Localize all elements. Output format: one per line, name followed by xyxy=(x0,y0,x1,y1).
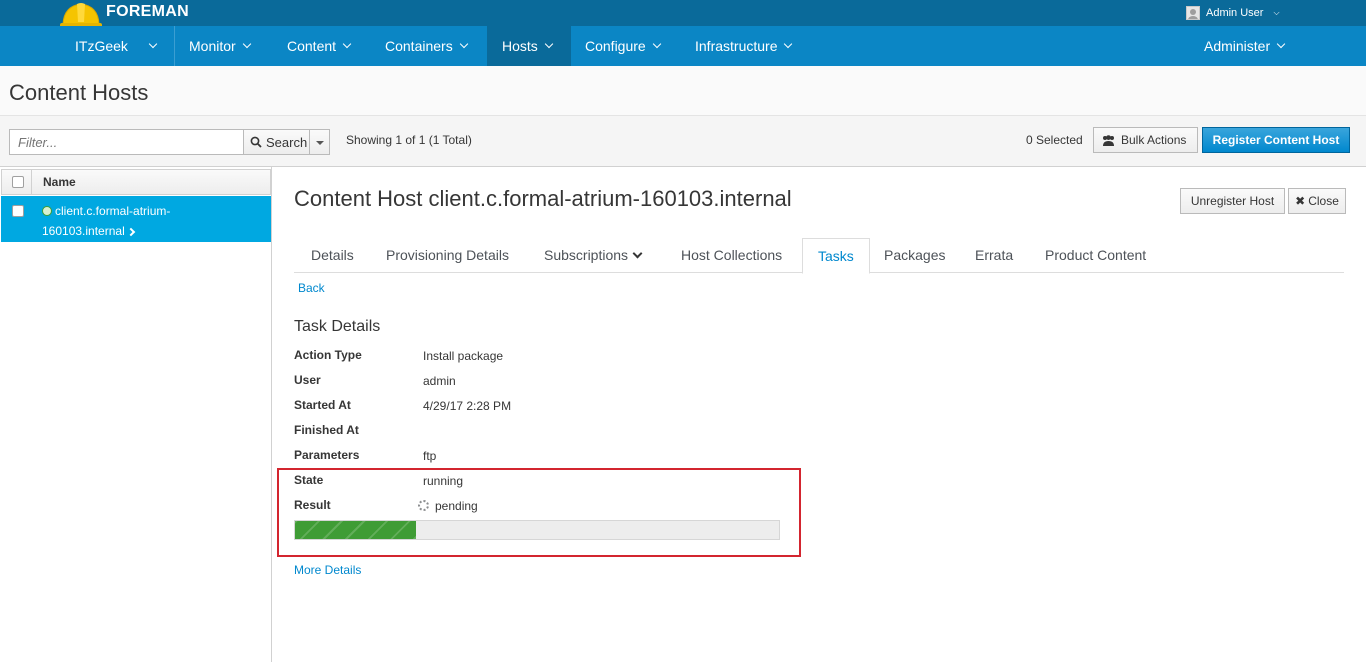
nav-monitor[interactable]: Monitor xyxy=(174,26,265,66)
nav-hosts[interactable]: Hosts xyxy=(487,26,571,66)
highlight-annotation-box xyxy=(277,468,801,557)
more-details-link[interactable]: More Details xyxy=(294,563,361,577)
started-at-value: 4/29/17 2:28 PM xyxy=(423,399,512,413)
brand-name[interactable]: FOREMAN xyxy=(106,3,189,21)
action-type-label: Action Type xyxy=(294,348,362,362)
nav-label: Configure xyxy=(585,38,646,54)
check-circle-icon xyxy=(42,206,52,216)
host-name-part2: 160103.internal xyxy=(42,224,125,238)
list-item[interactable]: client.c.formal-atrium- 160103.internal xyxy=(1,196,271,242)
nav-label: Administer xyxy=(1204,38,1271,54)
user-menu[interactable]: Admin User ⌵ xyxy=(1186,6,1280,20)
chevron-down-icon xyxy=(632,248,643,259)
user-avatar-icon xyxy=(1186,6,1200,20)
nav-infrastructure[interactable]: Infrastructure xyxy=(680,26,806,66)
chevron-down-icon xyxy=(1276,39,1286,49)
chevron-down-icon: ⌵ xyxy=(1273,8,1280,17)
filter-input[interactable] xyxy=(9,129,244,155)
results-count: Showing 1 of 1 (1 Total) xyxy=(346,133,472,147)
selected-count: 0 Selected xyxy=(1026,133,1083,147)
user-value: admin xyxy=(423,374,456,388)
tab-product-content[interactable]: Product Content xyxy=(1030,238,1161,273)
task-details-heading: Task Details xyxy=(294,318,381,335)
action-type-value: Install package xyxy=(423,349,504,363)
page-header: Content Hosts xyxy=(0,66,1366,116)
chevron-right-icon xyxy=(126,227,135,237)
content-host-title: Content Host client.c.formal-atrium-1601… xyxy=(294,186,792,211)
host-name-link[interactable]: client.c.formal-atrium- 160103.internal xyxy=(42,201,262,241)
tab-host-collections[interactable]: Host Collections xyxy=(666,238,797,273)
nav-label: Content xyxy=(287,38,337,54)
page-title: Content Hosts xyxy=(9,80,149,105)
search-button-label: Search xyxy=(266,134,308,150)
bulk-actions-label: Bulk Actions xyxy=(1121,133,1187,147)
nav-organization[interactable]: ITzGeek xyxy=(60,26,175,66)
close-button[interactable]: ✖ Close xyxy=(1288,188,1346,214)
tab-errata[interactable]: Errata xyxy=(960,238,1028,273)
register-content-host-button[interactable]: Register Content Host xyxy=(1202,127,1350,153)
nav-org-label: ITzGeek xyxy=(75,38,128,54)
nav-label: Hosts xyxy=(502,38,538,54)
main-nav: ITzGeek Monitor Content Containers Hosts… xyxy=(0,26,1366,66)
back-link[interactable]: Back xyxy=(298,281,325,295)
tab-tasks[interactable]: Tasks xyxy=(802,238,870,274)
detail-tabs: Details Provisioning Details Subscriptio… xyxy=(294,238,1344,274)
chevron-down-icon xyxy=(342,39,352,49)
tab-packages[interactable]: Packages xyxy=(869,238,960,273)
content-host-list: Name client.c.formal-atrium- 160103.inte… xyxy=(0,167,272,662)
close-icon: ✖ xyxy=(1295,194,1306,208)
chevron-down-icon xyxy=(652,39,661,49)
search-button[interactable]: Search xyxy=(243,129,310,155)
users-icon xyxy=(1103,134,1114,146)
nav-label: Containers xyxy=(385,38,453,54)
toolbar: Search Showing 1 of 1 (1 Total) 0 Select… xyxy=(0,116,1366,167)
list-header: Name xyxy=(1,169,271,195)
tab-details[interactable]: Details xyxy=(296,238,369,273)
nav-content[interactable]: Content xyxy=(272,26,365,66)
nav-administer[interactable]: Administer xyxy=(1189,26,1299,66)
user-label: User xyxy=(294,373,321,387)
user-name: Admin User xyxy=(1206,7,1264,19)
nav-configure[interactable]: Configure xyxy=(570,26,675,66)
nav-containers[interactable]: Containers xyxy=(370,26,482,66)
row-checkbox[interactable] xyxy=(12,205,24,217)
started-at-label: Started At xyxy=(294,398,351,412)
tab-provisioning-details[interactable]: Provisioning Details xyxy=(371,238,524,273)
close-label: Close xyxy=(1308,194,1339,208)
select-all-checkbox[interactable] xyxy=(12,176,24,188)
parameters-value: ftp xyxy=(423,449,437,463)
bulk-actions-button[interactable]: Bulk Actions xyxy=(1093,127,1198,153)
parameters-label: Parameters xyxy=(294,448,360,462)
tab-label: Subscriptions xyxy=(544,247,629,263)
select-all-cell xyxy=(2,170,32,194)
finished-at-label: Finished At xyxy=(294,423,359,437)
nav-label: Infrastructure xyxy=(695,38,778,54)
search-icon xyxy=(250,136,262,148)
chevron-down-icon xyxy=(148,39,158,49)
search-options-dropdown[interactable] xyxy=(309,129,330,155)
chevron-down-icon xyxy=(242,39,251,49)
tab-subscriptions[interactable]: Subscriptions xyxy=(529,238,656,273)
brand-bar: FOREMAN Admin User ⌵ xyxy=(0,0,1366,28)
host-name-part1: client.c.formal-atrium- xyxy=(55,204,171,218)
chevron-down-icon xyxy=(784,39,793,49)
column-name-header[interactable]: Name xyxy=(43,175,76,189)
chevron-down-icon xyxy=(544,39,554,49)
nav-label: Monitor xyxy=(189,38,236,54)
chevron-down-icon xyxy=(459,39,468,49)
unregister-host-button[interactable]: Unregister Host xyxy=(1180,188,1285,214)
